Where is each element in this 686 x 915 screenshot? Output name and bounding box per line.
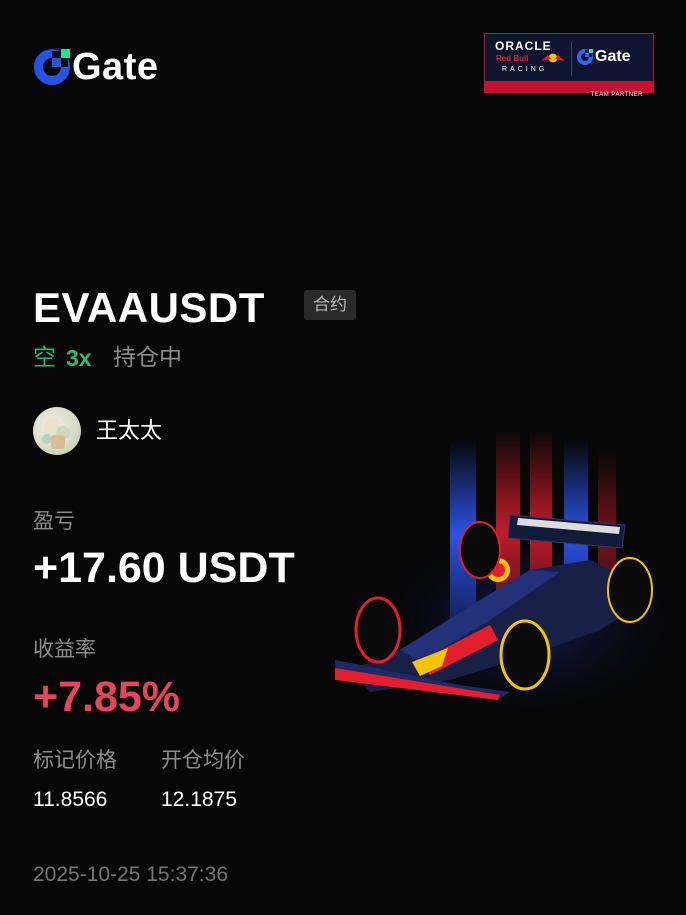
user-name: 王太太 [96, 419, 163, 444]
badge-divider [571, 42, 572, 76]
badge-gate-icon [577, 49, 593, 65]
f1-car-illustration [335, 430, 686, 710]
bull-icon [541, 53, 565, 63]
redbull-text: Red Bull [496, 54, 529, 63]
gate-logo: Gate [34, 48, 158, 86]
leverage: 3x [66, 345, 92, 371]
position-side: 空 [33, 345, 56, 371]
roi-value: +7.85% [33, 673, 181, 721]
avatar-image [42, 418, 70, 449]
badge-gate-logo: Gate [577, 48, 631, 66]
partner-badge: ORACLE Red Bull RACING Gate TEAM PARTNER [484, 33, 654, 98]
pnl-label: 盈亏 [33, 509, 75, 533]
position-status: 持仓中 [113, 345, 182, 371]
entry-price-label: 开仓均价 [161, 748, 245, 772]
badge-caption: TEAM PARTNER [590, 92, 643, 98]
contract-tag: 合约 [304, 290, 356, 320]
brand-name: Gate [72, 46, 159, 88]
symbol-title: EVAAUSDT [33, 284, 265, 331]
badge-gate-text: Gate [595, 48, 631, 65]
mark-price-value: 11.8566 [33, 788, 108, 811]
pnl-value: +17.60 USDT [33, 544, 295, 592]
roi-label: 收益率 [33, 637, 96, 661]
gate-logo-icon [34, 49, 70, 85]
timestamp: 2025-10-25 15:37:36 [33, 863, 228, 886]
avatar [33, 407, 81, 455]
entry-price-value: 12.1875 [161, 788, 237, 811]
mark-price-label: 标记价格 [33, 748, 117, 772]
oracle-text: ORACLE [495, 39, 552, 53]
badge-caption-bar: TEAM PARTNER [485, 81, 653, 98]
racing-text: RACING [502, 66, 548, 73]
